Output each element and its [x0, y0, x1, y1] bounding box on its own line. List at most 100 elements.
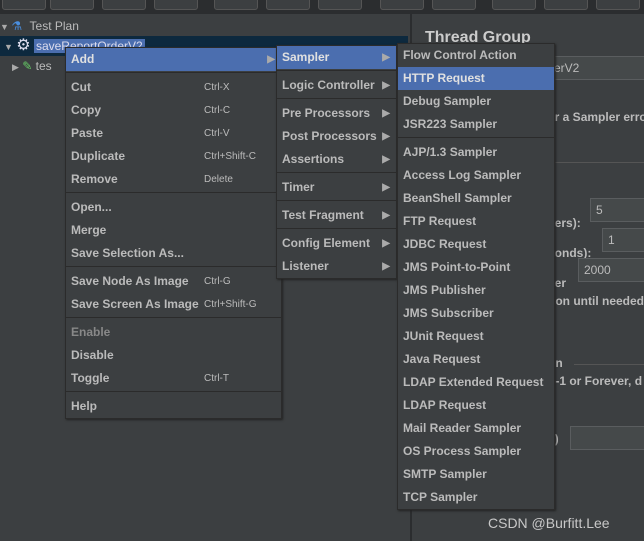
add-submenu: Sampler ▶ Logic Controller ▶ Pre Processors ▶… [276, 45, 397, 279]
menu-item-config-element[interactable]: Config Element ▶ [277, 232, 396, 255]
context-menu: Add ▶ Cut Ctrl-X Copy Ctrl-C Paste Ctrl-V Duplic… [65, 47, 282, 419]
menu-item-sampler[interactable]: Sampler ▶ [277, 46, 396, 69]
menu-item-beanshell-sampler[interactable]: BeanShell Sampler [398, 187, 554, 210]
expand-arrow-icon[interactable]: ▼ [4, 42, 13, 52]
menu-item-ftp-request[interactable]: FTP Request [398, 210, 554, 233]
menu-item-label: Cut [71, 80, 91, 94]
menu-item-post-processors[interactable]: Post Processors ▶ [277, 125, 396, 148]
toolbar-button[interactable] [154, 0, 198, 10]
menu-item-toggle[interactable]: Toggle Ctrl-T [66, 367, 281, 390]
menu-item-remove[interactable]: Remove Delete [66, 168, 281, 191]
menu-item-save-screen-as-image[interactable]: Save Screen As Image Ctrl+Shift-G [66, 293, 281, 316]
menu-item-save-node-as-image[interactable]: Save Node As Image Ctrl-G [66, 270, 281, 293]
menu-item-smtp-sampler[interactable]: SMTP Sampler [398, 463, 554, 486]
menu-item-http-request[interactable]: HTTP Request [398, 67, 554, 90]
menu-item-ldap-request[interactable]: LDAP Request [398, 394, 554, 417]
menu-item-listener[interactable]: Listener ▶ [277, 255, 396, 278]
threads-field[interactable]: 5 [590, 198, 644, 222]
menu-item-pre-processors[interactable]: Pre Processors ▶ [277, 102, 396, 125]
toolbar-button[interactable] [2, 0, 46, 10]
menu-item-access-log-sampler[interactable]: Access Log Sampler [398, 164, 554, 187]
menu-item-label: JUnit Request [403, 329, 484, 343]
menu-item-os-process-sampler[interactable]: OS Process Sampler [398, 440, 554, 463]
menu-item-logic-controller[interactable]: Logic Controller ▶ [277, 74, 396, 97]
menu-item-label: Open... [71, 200, 112, 214]
submenu-arrow-icon: ▶ [382, 182, 390, 193]
shortcut-label: Ctrl-T [204, 373, 229, 384]
menu-item-label: JDBC Request [403, 237, 487, 251]
loop-count-field[interactable]: 2000 [578, 258, 644, 282]
menu-item-merge[interactable]: Merge [66, 219, 281, 242]
toolbar-button[interactable] [102, 0, 146, 10]
menu-item-label: FTP Request [403, 214, 477, 228]
menu-item-flow-control-action[interactable]: Flow Control Action [398, 44, 554, 67]
menu-item-ajp-1-3-sampler[interactable]: AJP/1.3 Sampler [398, 141, 554, 164]
menu-item-jms-publisher[interactable]: JMS Publisher [398, 279, 554, 302]
menu-item-test-fragment[interactable]: Test Fragment ▶ [277, 204, 396, 227]
expand-arrow-icon[interactable]: ▼ [0, 22, 11, 32]
menu-item-help[interactable]: Help [66, 395, 281, 418]
menu-item-junit-request[interactable]: JUnit Request [398, 325, 554, 348]
menu-item-disable[interactable]: Disable [66, 344, 281, 367]
tree-node-test-plan[interactable]: ▼ ⚗ Test Plan [0, 16, 79, 36]
toolbar-button[interactable] [50, 0, 94, 10]
menu-item-label: BeanShell Sampler [403, 191, 512, 205]
menu-item-cut[interactable]: Cut Ctrl-X [66, 76, 281, 99]
toolbar-button[interactable] [266, 0, 310, 10]
menu-item-jdbc-request[interactable]: JDBC Request [398, 233, 554, 256]
menu-item-label: Save Screen As Image [71, 297, 199, 311]
submenu-arrow-icon: ▶ [382, 131, 390, 142]
menu-item-jms-subscriber[interactable]: JMS Subscriber [398, 302, 554, 325]
menu-item-label: Disable [71, 348, 114, 362]
name-field[interactable]: erV2 [548, 56, 644, 80]
menu-item-enable[interactable]: Enable [66, 321, 281, 344]
toolbar [0, 0, 644, 14]
menu-item-label: Logic Controller [282, 78, 375, 92]
menu-item-copy[interactable]: Copy Ctrl-C [66, 99, 281, 122]
menu-item-label: Add [71, 52, 95, 66]
menu-item-label: Sampler [282, 50, 330, 64]
menu-item-debug-sampler[interactable]: Debug Sampler [398, 90, 554, 113]
menu-item-label: Test Fragment [282, 208, 364, 222]
menu-item-label: LDAP Extended Request [403, 375, 544, 389]
menu-item-label: Duplicate [71, 149, 126, 163]
delay-thread-label: tion until needed [548, 294, 644, 308]
lifetime-field[interactable] [570, 426, 644, 450]
menu-item-add[interactable]: Add ▶ [66, 48, 281, 71]
menu-item-timer[interactable]: Timer ▶ [277, 176, 396, 199]
toolbar-button[interactable] [544, 0, 588, 10]
menu-item-save-selection-as[interactable]: Save Selection As... [66, 242, 281, 265]
menu-item-label: Merge [71, 223, 107, 237]
flask-icon: ⚗ [11, 19, 23, 33]
menu-item-paste[interactable]: Paste Ctrl-V [66, 122, 281, 145]
submenu-arrow-icon: ▶ [382, 238, 390, 249]
menu-item-label: Timer [282, 180, 315, 194]
toolbar-button[interactable] [214, 0, 258, 10]
submenu-arrow-icon: ▶ [382, 210, 390, 221]
menu-item-duplicate[interactable]: Duplicate Ctrl+Shift-C [66, 145, 281, 168]
submenu-arrow-icon: ▶ [382, 261, 390, 272]
toolbar-button[interactable] [596, 0, 640, 10]
menu-item-java-request[interactable]: Java Request [398, 348, 554, 371]
menu-item-jms-point-to-point[interactable]: JMS Point-to-Point [398, 256, 554, 279]
menu-item-label: Assertions [282, 152, 345, 166]
toolbar-button[interactable] [432, 0, 476, 10]
menu-item-label: JMS Subscriber [403, 306, 494, 320]
submenu-arrow-icon: ▶ [382, 52, 390, 63]
menu-item-mail-reader-sampler[interactable]: Mail Reader Sampler [398, 417, 554, 440]
menu-item-label: Pre Processors [282, 106, 371, 120]
menu-item-assertions[interactable]: Assertions ▶ [277, 148, 396, 171]
menu-item-ldap-extended-request[interactable]: LDAP Extended Request [398, 371, 554, 394]
expand-arrow-icon[interactable]: ▶ [12, 62, 19, 72]
menu-item-open[interactable]: Open... [66, 196, 281, 219]
menu-item-jsr223-sampler[interactable]: JSR223 Sampler [398, 113, 554, 136]
menu-item-label: Mail Reader Sampler [403, 421, 522, 435]
submenu-arrow-icon: ▶ [382, 108, 390, 119]
toolbar-button[interactable] [492, 0, 536, 10]
menu-item-tcp-sampler[interactable]: TCP Sampler [398, 486, 554, 509]
duration-hint: : -1 or Forever, d [548, 374, 643, 388]
toolbar-button[interactable] [318, 0, 362, 10]
toolbar-button[interactable] [380, 0, 424, 10]
rampup-field[interactable]: 1 [602, 228, 644, 252]
tree-node-child[interactable]: ▶ ✎ tes [12, 56, 52, 76]
